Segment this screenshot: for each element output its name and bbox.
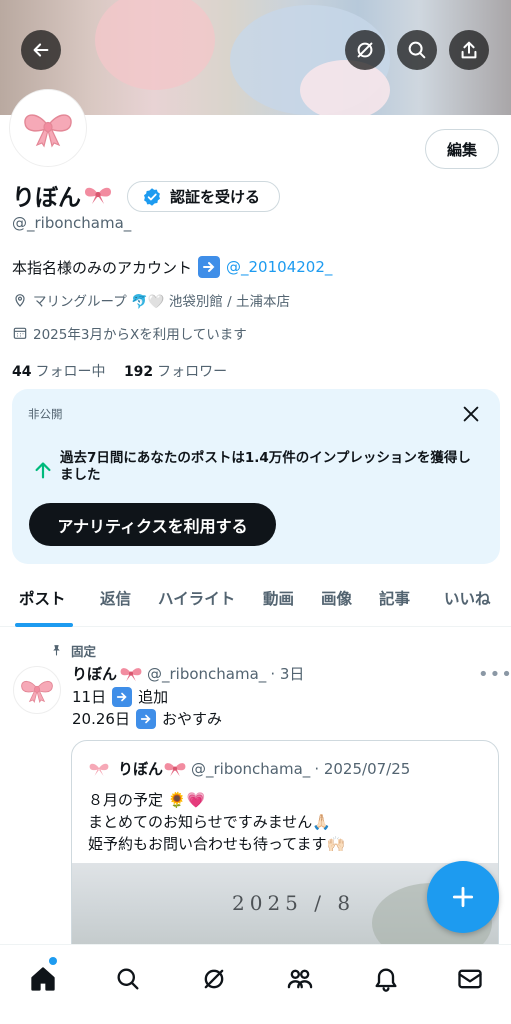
communities-icon bbox=[287, 969, 313, 989]
ribbon-emoji-icon bbox=[85, 187, 111, 204]
tab-likes[interactable]: いいね bbox=[444, 587, 491, 609]
trending-up-icon bbox=[35, 462, 51, 479]
right-arrow-emoji-icon bbox=[112, 686, 133, 707]
profile-tabs: ポスト 返信 ハイライト 動画 画像 記事 いいね bbox=[0, 576, 511, 627]
display-name: りぼん bbox=[12, 185, 81, 211]
private-label: 非公開 bbox=[28, 407, 63, 421]
share-button[interactable] bbox=[449, 30, 489, 70]
quote-image-text: 2025 / 8 bbox=[232, 891, 356, 915]
followers-label: フォロワー bbox=[157, 364, 228, 380]
analytics-card: 非公開 過去7日間にあなたのポストは1.4万件のインプレッションを獲得しました … bbox=[12, 389, 500, 564]
bottom-navigation bbox=[0, 944, 511, 1024]
tab-highlights[interactable]: ハイライト bbox=[158, 587, 235, 609]
post-line-1-prefix: 11日 bbox=[72, 688, 107, 706]
post-line-2-prefix: 20.26日 bbox=[72, 710, 130, 728]
profile-bio: 本指名様のみのアカウント @_20104202_ bbox=[12, 256, 332, 278]
right-arrow-emoji-icon bbox=[198, 256, 221, 278]
use-analytics-button[interactable]: アナリティクスを利用する bbox=[29, 503, 276, 546]
following-count: 44 bbox=[12, 364, 32, 380]
home-icon bbox=[31, 967, 55, 991]
post-header: りぼん @_ribonchama_ · 3日 bbox=[72, 663, 304, 684]
post-avatar[interactable] bbox=[13, 666, 61, 714]
impressions-message: 過去7日間にあなたのポストは1.4万件のインプレッションを獲得しました bbox=[60, 450, 471, 483]
post-author-handle: @_ribonchama_ bbox=[147, 664, 267, 683]
location-text: マリングループ 🐬🤍 池袋別館 / 土浦本店 bbox=[33, 294, 291, 310]
profile-avatar[interactable] bbox=[10, 90, 86, 166]
quote-date: · 2025/07/25 bbox=[314, 759, 411, 778]
quote-header: りぼん @_ribonchama_ · 2025/07/25 bbox=[88, 758, 410, 779]
right-arrow-emoji-icon bbox=[135, 708, 156, 729]
display-name-row: りぼん bbox=[12, 178, 113, 212]
tab-media[interactable]: 画像 bbox=[321, 587, 352, 609]
ribbon-icon bbox=[89, 763, 109, 776]
bio-mention-link[interactable]: @_20104202_ bbox=[226, 258, 332, 276]
quote-line-2: まとめてのお知らせですみません🙏🏻 bbox=[88, 813, 331, 831]
quoted-post[interactable]: りぼん @_ribonchama_ · 2025/07/25 ８月の予定 🌻💗 … bbox=[71, 740, 499, 970]
home-notification-dot bbox=[49, 957, 57, 965]
post-line-1: 11日 追加 bbox=[72, 686, 168, 707]
quote-line-1: ８月の予定 🌻💗 bbox=[88, 791, 206, 809]
post-time[interactable]: · 3日 bbox=[270, 663, 304, 684]
ribbon-emoji-icon bbox=[164, 762, 186, 776]
ribbon-icon bbox=[24, 114, 72, 148]
search-icon bbox=[408, 41, 426, 59]
following-label: フォロー中 bbox=[35, 364, 106, 380]
nav-grok[interactable] bbox=[197, 962, 231, 996]
bio-text: 本指名様のみのアカウント bbox=[12, 258, 193, 277]
tab-posts[interactable]: ポスト bbox=[19, 587, 66, 609]
profile-handle: @_ribonchama_ bbox=[12, 214, 132, 232]
get-verified-label: 認証を受ける bbox=[170, 188, 261, 206]
followers-link[interactable]: 192 フォロワー bbox=[124, 364, 227, 380]
profile-joined: 2025年3月からXを利用しています bbox=[12, 323, 247, 343]
post-line-1-suffix: 追加 bbox=[138, 688, 169, 706]
ribbon-icon bbox=[21, 680, 53, 703]
edit-profile-button[interactable]: 編集 bbox=[425, 129, 499, 169]
quote-author-name: りぼん bbox=[118, 760, 164, 778]
pin-icon bbox=[53, 645, 60, 656]
pinned-label: 固定 bbox=[71, 644, 97, 659]
search-icon bbox=[117, 968, 139, 990]
followers-count: 192 bbox=[123, 364, 154, 380]
plus-icon bbox=[452, 886, 474, 908]
share-icon bbox=[461, 41, 477, 59]
tab-replies[interactable]: 返信 bbox=[100, 587, 131, 609]
close-icon[interactable] bbox=[460, 403, 482, 425]
pinned-indicator: 固定 bbox=[50, 641, 96, 660]
post-line-2-suffix: おやすみ bbox=[161, 710, 222, 728]
back-button[interactable] bbox=[21, 30, 61, 70]
post-author-name[interactable]: りぼん bbox=[72, 663, 117, 684]
messages-icon bbox=[458, 969, 482, 989]
joined-text: 2025年3月からXを利用しています bbox=[33, 327, 247, 343]
get-verified-button[interactable]: 認証を受ける bbox=[127, 181, 280, 212]
location-pin-icon bbox=[15, 294, 25, 307]
banner-plush-cat bbox=[300, 60, 390, 115]
ribbon-emoji-icon bbox=[120, 667, 142, 681]
active-tab-indicator bbox=[15, 623, 73, 627]
nav-search[interactable] bbox=[111, 962, 145, 996]
quote-line-3: 姫予約もお問い合わせも待ってます🙌🏻 bbox=[88, 835, 346, 853]
tab-articles[interactable]: 記事 bbox=[379, 587, 410, 609]
nav-communities[interactable] bbox=[283, 962, 317, 996]
nav-messages[interactable] bbox=[453, 962, 487, 996]
search-button[interactable] bbox=[397, 30, 437, 70]
post-line-2: 20.26日 おやすみ bbox=[72, 708, 222, 729]
nav-home[interactable] bbox=[26, 962, 60, 996]
banner-plush-pink bbox=[95, 0, 215, 90]
quote-author-handle: @_ribonchama_ bbox=[191, 759, 311, 778]
grok-icon bbox=[204, 969, 224, 989]
nav-notifications[interactable] bbox=[369, 962, 403, 996]
post-more-icon[interactable]: ••• bbox=[478, 664, 511, 685]
following-link[interactable]: 44 フォロー中 bbox=[12, 364, 105, 380]
grok-button[interactable] bbox=[345, 30, 385, 70]
grok-icon bbox=[357, 42, 373, 58]
notifications-icon bbox=[375, 968, 397, 992]
compose-button[interactable] bbox=[427, 861, 499, 933]
verified-badge-icon bbox=[144, 187, 160, 206]
follow-stats: 44 フォロー中 192 フォロワー bbox=[12, 361, 227, 381]
tab-videos[interactable]: 動画 bbox=[263, 587, 294, 609]
calendar-icon bbox=[13, 327, 27, 339]
arrow-left-icon bbox=[33, 43, 49, 57]
profile-location: マリングループ 🐬🤍 池袋別館 / 土浦本店 bbox=[12, 290, 290, 310]
